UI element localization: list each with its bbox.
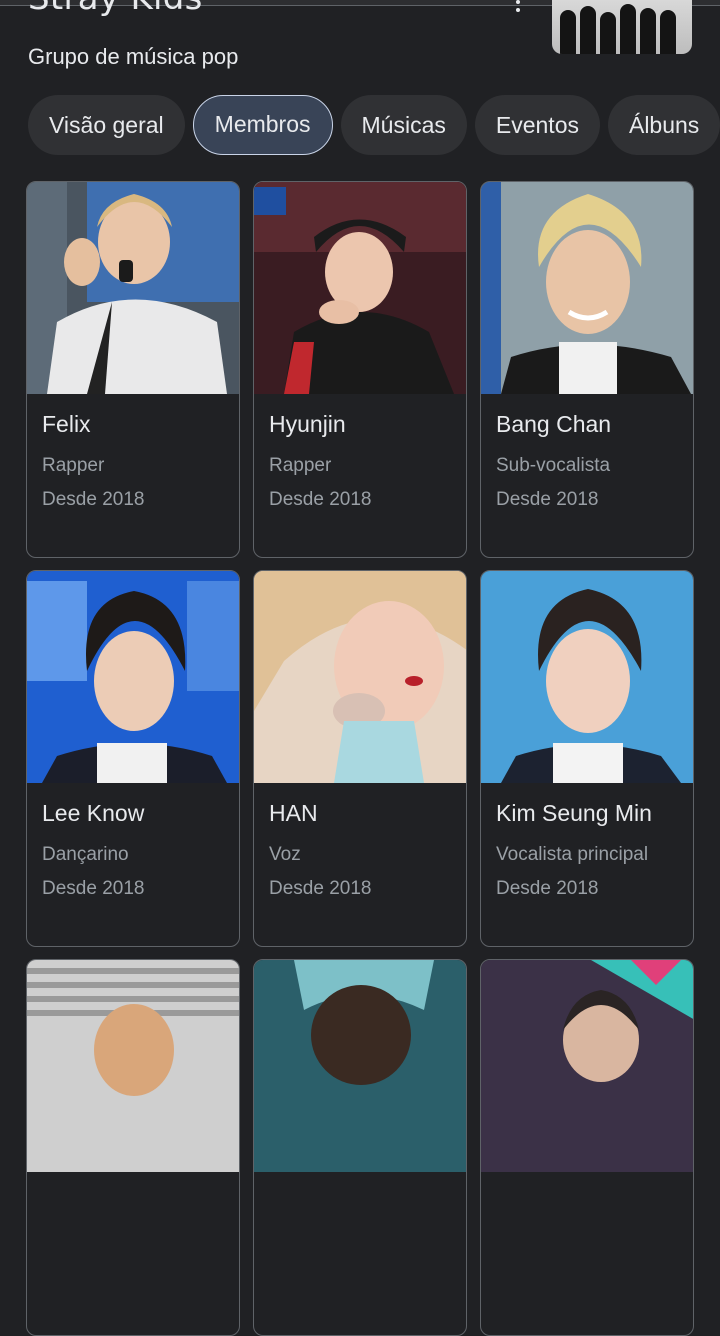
tab-membros[interactable]: Membros xyxy=(192,95,333,155)
member-card-bang-chan[interactable]: Bang Chan Sub-vocalista Desde 2018 xyxy=(480,181,694,558)
member-role: Vocalista principal xyxy=(496,844,649,865)
member-card-han[interactable]: HAN Voz Desde 2018 xyxy=(253,570,467,947)
member-photo xyxy=(481,960,693,1172)
member-photo xyxy=(481,571,693,783)
entity-title: Stray Kids xyxy=(28,0,203,18)
tab-albuns[interactable]: Álbuns xyxy=(607,95,720,155)
member-since: Desde 2018 xyxy=(269,878,372,899)
member-photo xyxy=(27,960,239,1172)
member-name: Hyunjin xyxy=(269,411,346,437)
member-card[interactable] xyxy=(480,959,694,1336)
tab-musicas[interactable]: Músicas xyxy=(340,95,467,155)
member-card-hyunjin[interactable]: Hyunjin Rapper Desde 2018 xyxy=(253,181,467,558)
entity-subtitle: Grupo de música pop xyxy=(28,44,239,69)
member-role: Rapper xyxy=(42,455,105,476)
member-since: Desde 2018 xyxy=(42,878,145,899)
tab-visao-geral[interactable]: Visão geral xyxy=(28,95,185,155)
member-since: Desde 2018 xyxy=(496,878,599,899)
more-vert-icon[interactable] xyxy=(512,0,524,20)
member-name: Lee Know xyxy=(42,800,145,826)
member-card-lee-know[interactable]: Lee Know Dançarino Desde 2018 xyxy=(26,570,240,947)
member-photo xyxy=(254,182,466,394)
member-role: Rapper xyxy=(269,455,332,476)
tab-eventos[interactable]: Eventos xyxy=(474,95,600,155)
member-card-kim-seung-min[interactable]: Kim Seung Min Vocalista principal Desde … xyxy=(480,570,694,947)
member-card-felix[interactable]: Felix Rapper Desde 2018 xyxy=(26,181,240,558)
member-photo xyxy=(254,571,466,783)
member-name: Kim Seung Min xyxy=(496,800,652,826)
member-photo xyxy=(27,182,239,394)
member-photo xyxy=(254,960,466,1172)
member-card[interactable] xyxy=(253,959,467,1336)
tab-chips-bar: Visão geral Membros Músicas Eventos Álbuns xyxy=(28,95,720,159)
member-since: Desde 2018 xyxy=(496,489,599,510)
member-name: HAN xyxy=(269,800,318,826)
member-role: Dançarino xyxy=(42,844,129,865)
member-photo xyxy=(481,182,693,394)
member-photo xyxy=(27,571,239,783)
entity-thumbnail-image[interactable] xyxy=(552,0,692,54)
member-card[interactable] xyxy=(26,959,240,1336)
member-name: Bang Chan xyxy=(496,411,612,437)
member-name: Felix xyxy=(42,411,91,437)
member-since: Desde 2018 xyxy=(269,489,372,510)
member-role: Sub-vocalista xyxy=(496,455,611,476)
member-role: Voz xyxy=(269,844,301,865)
member-since: Desde 2018 xyxy=(42,489,145,510)
